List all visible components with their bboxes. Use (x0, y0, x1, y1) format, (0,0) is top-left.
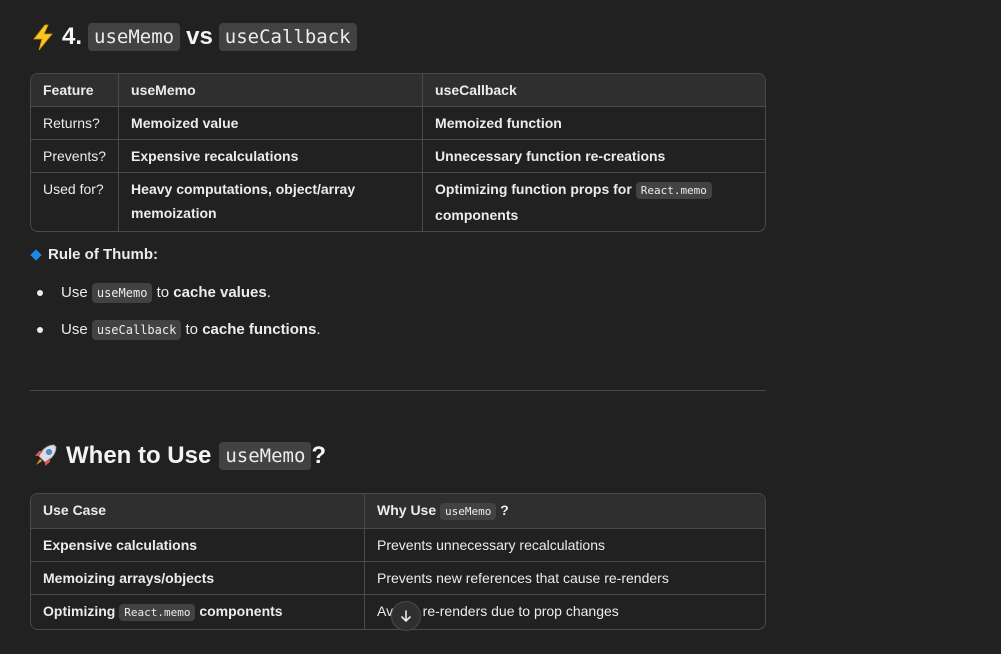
divider (30, 390, 766, 391)
inline-code: useMemo (88, 23, 181, 51)
comparison-table: Feature useMemo useCallback Returns? Mem… (30, 73, 766, 232)
inline-code: useMemo (440, 503, 497, 520)
rocket-icon (30, 441, 60, 471)
table-row: Prevents? Expensive recalculations Unnec… (31, 140, 765, 173)
table-header-row: Feature useMemo useCallback (31, 74, 765, 107)
inline-code: useMemo (219, 442, 312, 470)
scroll-to-bottom-button[interactable] (391, 601, 421, 631)
section-heading-comparison: 4. useMemo vs useCallback (30, 22, 357, 52)
table-row: Memoizing arrays/objects Prevents new re… (31, 562, 765, 595)
inline-code: useCallback (91, 320, 182, 340)
lightning-icon (30, 22, 56, 52)
section-heading-when-to-use: When to Use useMemo? (30, 441, 326, 471)
inline-code: useCallback (218, 23, 357, 51)
inline-code: React.memo (635, 182, 712, 199)
rule-list: Use useMemo to cache values. Use useCall… (30, 280, 321, 354)
rule-of-thumb-label: Rule of Thumb: (30, 246, 158, 263)
table-row: Returns? Memoized value Memoized functio… (31, 107, 765, 140)
table-row: Expensive calculations Prevents unnecess… (31, 529, 765, 562)
inline-code: React.memo (119, 604, 196, 621)
arrow-down-icon (401, 610, 411, 622)
table-header-row: Use Case Why Use useMemo ? (31, 494, 765, 529)
list-item: Use useMemo to cache values. (37, 280, 321, 317)
inline-code: useMemo (91, 283, 153, 303)
list-item: Use useCallback to cache functions. (37, 317, 321, 354)
diamond-icon (30, 248, 42, 261)
table-row: Used for? Heavy computations, object/arr… (31, 173, 765, 231)
